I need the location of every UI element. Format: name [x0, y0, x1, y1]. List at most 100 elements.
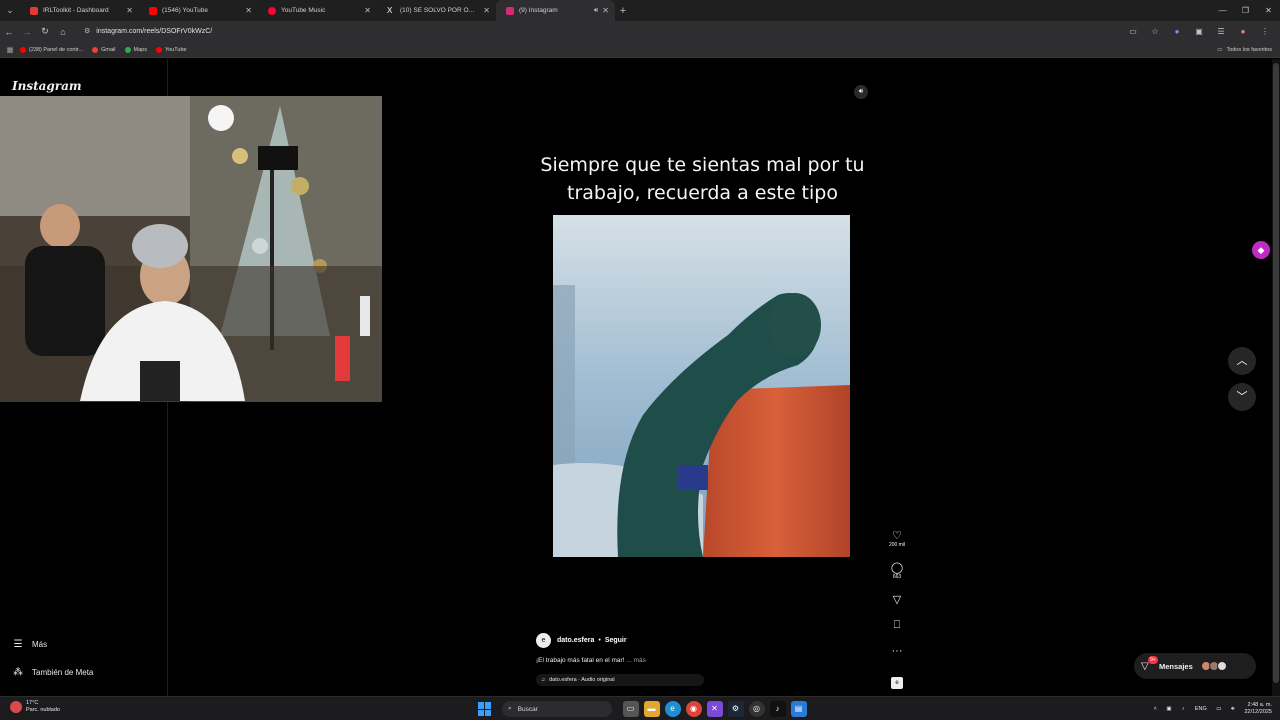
tab-title: (9) Instagram — [519, 7, 558, 14]
comment-button[interactable]: ◯ 663 — [884, 561, 910, 580]
youtube-music-favicon-icon — [268, 6, 276, 15]
close-tab-icon[interactable]: ✕ — [483, 6, 490, 15]
tiktok-icon[interactable]: ♪ — [769, 701, 786, 717]
chevron-up-icon[interactable]: ˄ — [1154, 706, 1157, 712]
like-button[interactable]: ♡ 200 mil — [884, 529, 910, 548]
comment-count: 663 — [892, 574, 902, 580]
close-tab-icon[interactable]: ✕ — [364, 6, 371, 15]
author-username[interactable]: dato.esfera — [557, 637, 594, 644]
reading-list-icon[interactable]: ☰ — [1210, 27, 1232, 36]
heart-icon: ♡ — [892, 530, 902, 542]
tab-irltoolkit[interactable]: IRLToolkit - Dashboard ✕ — [20, 0, 139, 21]
obs-icon[interactable]: ◎ — [748, 701, 765, 717]
bookmark-youtube[interactable]: YouTube — [155, 46, 187, 53]
edge-icon[interactable]: e — [664, 701, 681, 717]
also-from-meta-button[interactable]: ⁂ También de Meta — [12, 667, 93, 678]
tab-youtube-music[interactable]: YouTube Music ✕ — [258, 0, 377, 21]
youtube-favicon-icon — [149, 6, 157, 15]
tab-youtube[interactable]: (1546) YouTube ✕ — [139, 0, 258, 21]
tab-x[interactable]: X (10) SE SOLVO POR ORINAR - X ✕ — [377, 0, 496, 21]
webcam-overlay — [0, 96, 382, 402]
bookmark-panel[interactable]: (238) Panel de contr... — [20, 46, 83, 53]
tab-search-chevron-icon[interactable]: ⌄ — [0, 0, 20, 21]
bookmark-gmail[interactable]: Gmail — [92, 46, 116, 53]
chrome-icon[interactable]: ◉ — [685, 701, 702, 717]
author-avatar[interactable]: e — [536, 633, 551, 648]
tab-instagram[interactable]: (9) Instagram 🔊︎ ✕ — [496, 0, 615, 21]
youtube-icon — [155, 46, 162, 53]
audio-thumbnail-button[interactable]: e — [884, 671, 910, 689]
minimize-icon[interactable]: — — [1211, 0, 1234, 21]
network-icon[interactable]: ▭ — [1216, 706, 1221, 712]
toolbar-actions: ▭ ☆ ● ▣ ☰ ● ⋮ — [1122, 21, 1276, 42]
back-icon[interactable]: ← — [0, 27, 18, 37]
floating-extension-icon[interactable]: ◆ — [1252, 241, 1270, 259]
more-link[interactable]: ... más — [626, 657, 646, 664]
apps-grid-icon[interactable]: ▦ — [0, 46, 20, 54]
task-view-icon[interactable]: ▭ — [622, 701, 639, 717]
separator-dot: • — [598, 637, 601, 644]
tray-app-icon[interactable]: ▣ — [1166, 706, 1171, 712]
close-tab-icon[interactable]: ✕ — [126, 6, 133, 15]
cast-icon[interactable]: ▭ — [1122, 27, 1144, 36]
home-icon[interactable]: ⌂ — [54, 27, 72, 37]
comment-bubble-icon: ◯ — [890, 562, 904, 574]
bookmark-maps[interactable]: Maps — [124, 46, 147, 53]
close-tab-icon[interactable]: ✕ — [602, 6, 609, 15]
language-indicator[interactable]: ENG — [1195, 706, 1207, 712]
app-icon[interactable]: ✕ — [706, 701, 723, 717]
next-reel-button[interactable]: ﹀ — [1228, 383, 1256, 411]
close-window-icon[interactable]: ✕ — [1257, 0, 1280, 21]
forward-icon[interactable]: → — [18, 27, 36, 37]
save-button[interactable]: ⎕ — [884, 619, 910, 632]
url-text: instagram.com/reels/DSOFrV0kWzC/ — [96, 27, 213, 35]
steam-icon[interactable]: ⚙︎ — [727, 701, 744, 717]
scrollbar-thumb[interactable] — [1273, 63, 1279, 683]
bookmark-star-icon[interactable]: ☆ — [1144, 27, 1166, 36]
microphone-icon[interactable]: ♁ — [1181, 706, 1185, 712]
new-tab-button[interactable]: + — [615, 5, 631, 17]
address-bar[interactable]: ⚙︎ instagram.com/reels/DSOFrV0kWzC/ — [78, 23, 1132, 39]
reel-author-row: e dato.esfera • Seguir — [536, 633, 627, 648]
avatar — [1216, 661, 1227, 671]
reel-description-text: ¡El trabajo más fatal en el mar! — [536, 657, 625, 664]
reel-video[interactable] — [553, 215, 850, 557]
speaker-icon[interactable]: 🔊︎ — [594, 7, 598, 15]
reel-description: ¡El trabajo más fatal en el mar! ... más — [536, 657, 646, 664]
menu-kebab-icon[interactable]: ⋮ — [1254, 27, 1276, 36]
app-shortcut-icon[interactable]: ▤ — [790, 701, 807, 717]
more-menu-button[interactable]: ☰ Más — [12, 639, 48, 650]
instagram-logo[interactable]: Instagram — [12, 79, 82, 93]
audio-thumbnail-icon: e — [891, 677, 903, 689]
profile-avatar-icon[interactable]: ● — [1232, 27, 1254, 36]
extensions-puzzle-icon[interactable]: ▣ — [1188, 27, 1210, 36]
weather-condition: Parc. nublado — [26, 707, 60, 713]
close-tab-icon[interactable]: ✕ — [245, 6, 252, 15]
tab-title: YouTube Music — [281, 7, 326, 14]
weather-icon — [10, 701, 22, 713]
more-label: Más — [32, 640, 48, 649]
chevron-up-icon: ︿ — [1236, 355, 1248, 367]
also-from-meta-label: También de Meta — [32, 668, 94, 677]
audio-toggle-icon[interactable]: 🔊︎ — [854, 85, 868, 99]
windows-start-icon[interactable] — [478, 702, 492, 716]
reload-icon[interactable]: ↻ — [36, 26, 54, 37]
more-options-button[interactable]: ··· — [884, 645, 910, 658]
clock[interactable]: 2:48 a. m. 22/12/2025 — [1244, 702, 1272, 716]
messages-button[interactable]: ▽ 9+ Mensajes — [1134, 653, 1256, 679]
site-info-icon[interactable]: ⚙︎ — [84, 27, 90, 35]
original-audio-link[interactable]: ♫ dato.esfera · Audio original — [536, 674, 704, 686]
volume-icon[interactable]: 🔊︎ — [1231, 706, 1234, 712]
follow-button[interactable]: Seguir — [605, 637, 627, 644]
all-bookmarks[interactable]: ▭ Todos los favoritos — [1217, 42, 1272, 58]
restore-icon[interactable]: ❐ — [1234, 0, 1257, 21]
reel-player[interactable]: 🔊︎ Siempre que te sientas mal por tu tra… — [529, 77, 876, 695]
taskbar-search[interactable]: ⌕ Buscar — [502, 701, 612, 717]
file-explorer-icon[interactable]: ▬ — [643, 701, 660, 717]
extension-icon[interactable]: ● — [1166, 27, 1188, 36]
irltoolkit-favicon-icon — [30, 6, 38, 15]
weather-widget[interactable]: 17°C Parc. nublado — [10, 700, 60, 714]
previous-reel-button[interactable]: ︿ — [1228, 347, 1256, 375]
share-button[interactable]: ▽ — [884, 593, 910, 606]
page-scrollbar[interactable] — [1272, 59, 1280, 696]
